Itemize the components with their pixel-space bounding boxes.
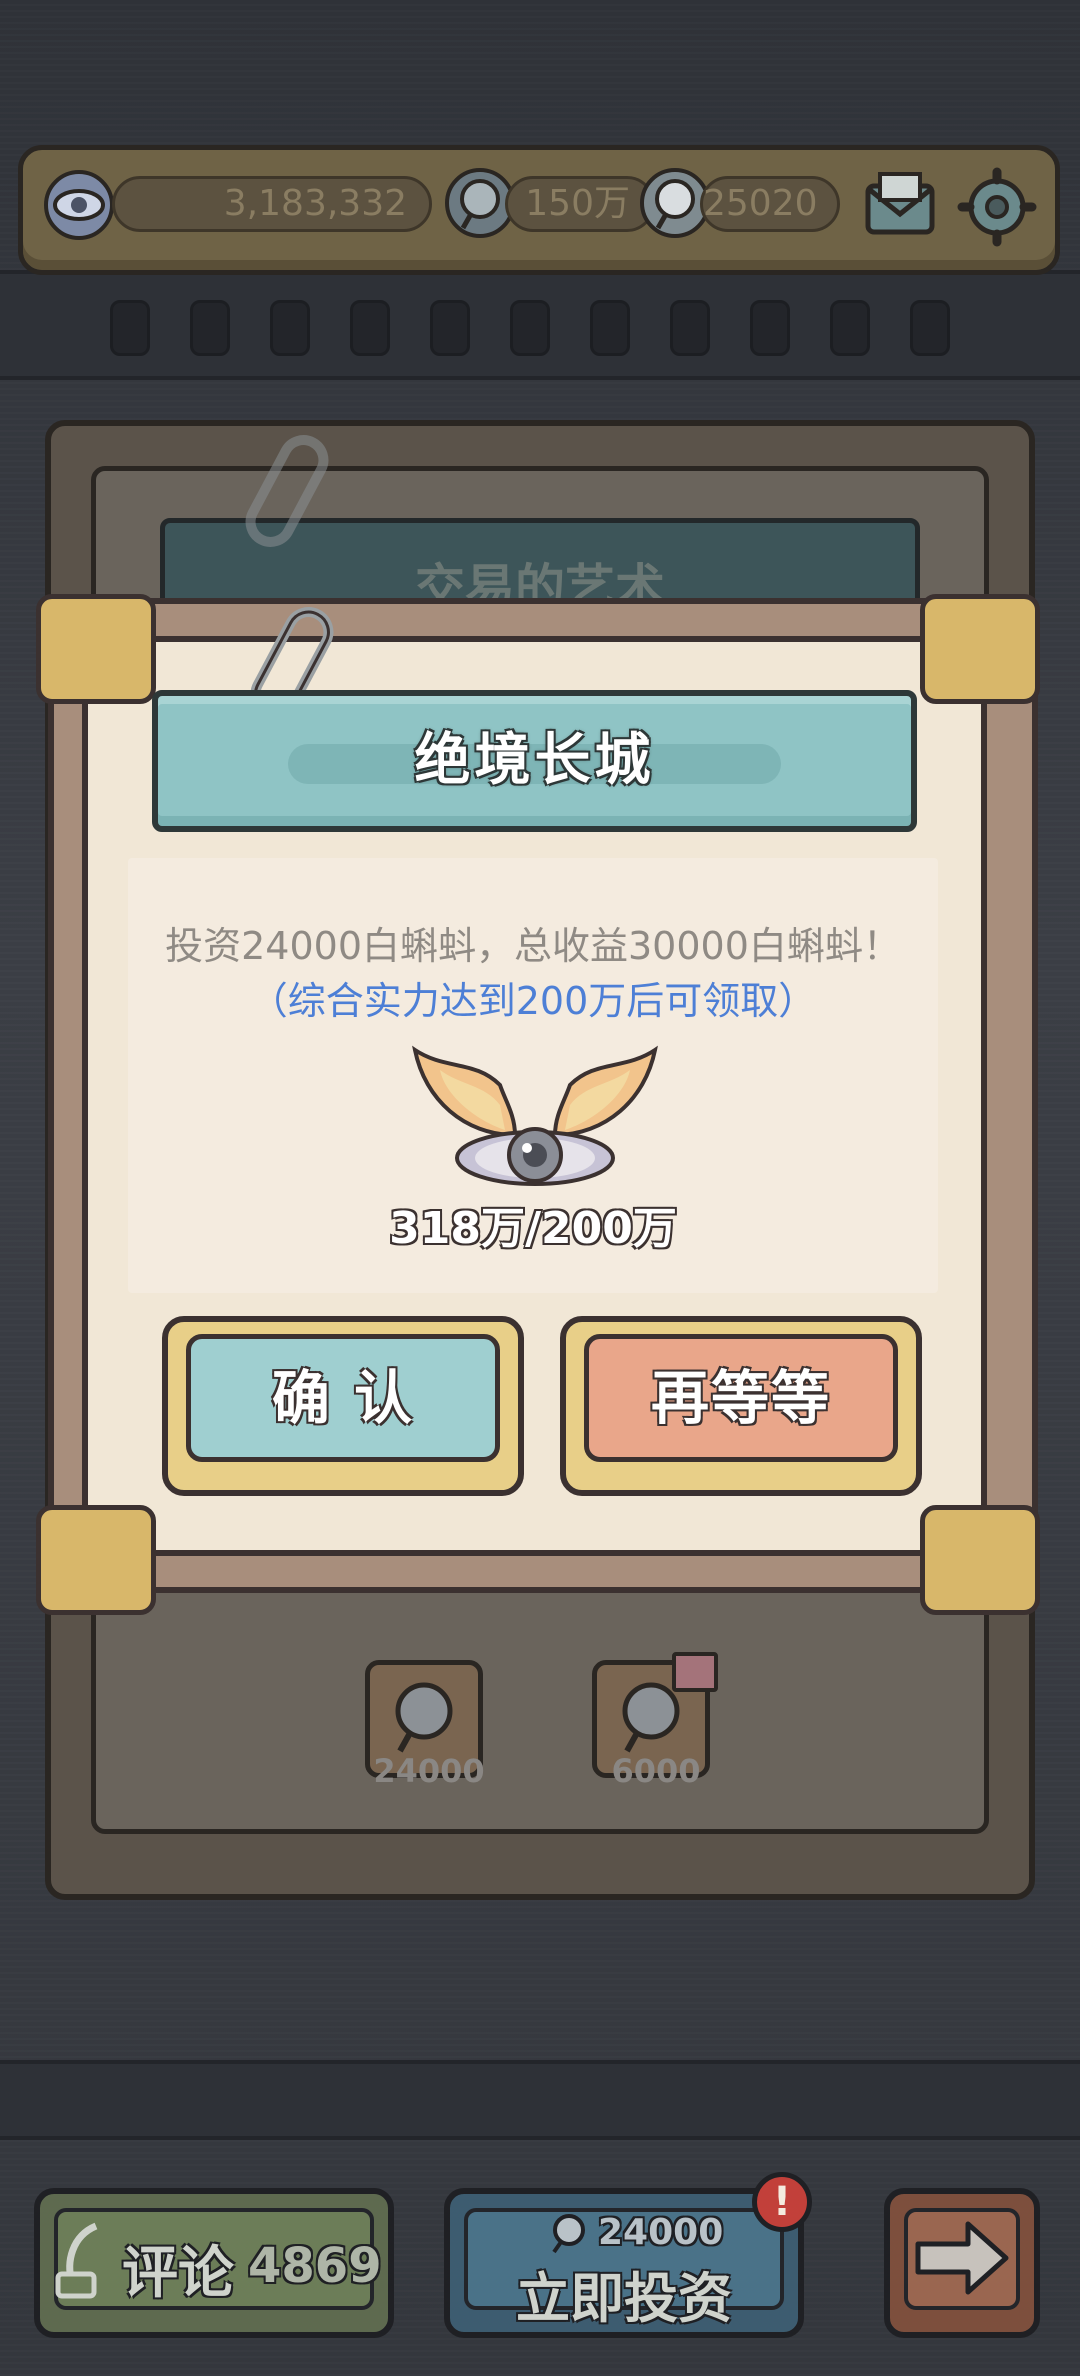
background-rail-top [0, 270, 1080, 380]
eye-icon [44, 170, 114, 240]
corner-bracket [36, 594, 156, 704]
eye-count: 3,183,332 [112, 176, 432, 232]
invest-requirement-hint: （综合实力达到200万后可领取） [249, 979, 817, 1023]
paperclip-icon [245, 428, 345, 558]
invest-label: 立即投资 [516, 2267, 732, 2330]
white-tadpole-count: 25020 [700, 176, 840, 232]
corner-bracket [920, 594, 1040, 704]
wait-button[interactable]: 再等等 [584, 1334, 898, 1462]
invest-cost: 24000 [598, 2212, 724, 2253]
gear-icon[interactable] [956, 166, 1038, 248]
comment-count: 4869 [248, 2238, 382, 2294]
tadpole-count: 150万 [505, 176, 655, 232]
confirm-button[interactable]: 确 认 [186, 1334, 500, 1462]
dialog-title: 绝境长城 [414, 728, 655, 793]
reward-tadpole-amount: 24000 [373, 1752, 485, 1790]
arrow-right-icon [910, 2216, 1014, 2300]
reward-gift-amount: 6000 [611, 1752, 701, 1790]
winged-eye-icon [405, 1040, 665, 1190]
background-rail-bottom [0, 2060, 1080, 2140]
corner-bracket [920, 1505, 1040, 1615]
gift-icon [672, 1652, 718, 1692]
quill-icon [52, 2222, 112, 2302]
comment-label: 评论 [122, 2241, 234, 2306]
alert-badge: ! [752, 2172, 812, 2232]
mail-icon[interactable] [862, 168, 938, 244]
power-progress: 318万/200万 [389, 1203, 677, 1254]
corner-bracket [36, 1505, 156, 1615]
invest-description: 投资24000白蝌蚪，总收益30000白蝌蚪！ [165, 924, 901, 968]
tadpole-icon [546, 2210, 592, 2256]
